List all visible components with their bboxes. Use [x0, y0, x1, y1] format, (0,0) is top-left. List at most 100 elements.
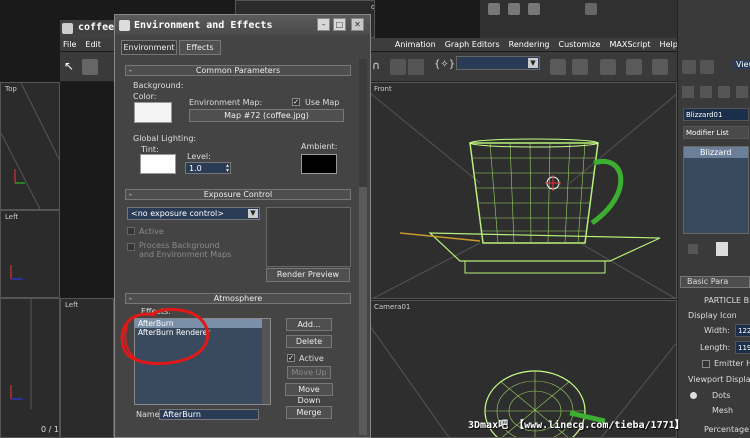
minimize-button[interactable]: –	[317, 18, 330, 31]
effect-name-field[interactable]: AfterBurn	[159, 409, 259, 420]
pin-stack-icon[interactable]	[688, 244, 698, 254]
coffee-cup-wireframe	[370, 92, 676, 298]
exposure-active-checkbox[interactable]	[127, 227, 135, 235]
menu-graph-editors[interactable]: Graph Editors	[445, 40, 500, 49]
tint-color-swatch[interactable]	[140, 154, 176, 174]
move-down-button[interactable]: Move Down	[285, 383, 333, 405]
modify-tab-icon[interactable]	[700, 60, 714, 74]
basic-params-rollout[interactable]: Basic Para	[680, 276, 750, 288]
tab-environment[interactable]: Environment	[121, 40, 177, 55]
layer-icon[interactable]	[600, 59, 616, 75]
dialog-titlebar[interactable]: Environment and Effects	[115, 15, 370, 35]
mesh-label: Mesh	[712, 406, 734, 415]
menu-customize[interactable]: Customize	[558, 40, 600, 49]
exposure-control-rollout[interactable]: - Exposure Control	[125, 189, 351, 200]
list-scrollbar[interactable]	[262, 319, 270, 404]
process-background-label: Process Background	[139, 241, 220, 250]
viewport-top-left[interactable]: Top	[0, 82, 60, 210]
stack-item-blizzard[interactable]: Blizzard	[684, 147, 748, 158]
use-map-label: Use Map	[305, 98, 340, 107]
select-region-icon[interactable]	[82, 59, 98, 75]
width-field[interactable]: 122	[735, 324, 750, 337]
named-selection-dropdown[interactable]: ▼	[456, 56, 540, 70]
common-parameters-label: Common Parameters	[195, 66, 281, 75]
display-icon-label: Display Icon	[688, 311, 737, 320]
menu-rendering[interactable]: Rendering	[509, 40, 550, 49]
create-tab-icon[interactable]	[682, 60, 696, 74]
object-name-field[interactable]: Blizzard01	[683, 108, 749, 121]
dialog-scrollbar[interactable]	[359, 59, 367, 435]
color-label: Color:	[133, 92, 157, 101]
hierarchy-icon[interactable]	[682, 86, 694, 98]
modifier-list-dropdown[interactable]: Modifier List	[683, 126, 749, 139]
menu-help[interactable]: Help	[660, 40, 678, 49]
menu-maxscript[interactable]: MAXScript	[609, 40, 650, 49]
angle-snap-icon[interactable]	[390, 59, 406, 75]
spinner-arrows-icon: ▴ ▾	[225, 162, 229, 174]
exposure-dropdown[interactable]: <no exposure control> ▼	[127, 207, 260, 220]
mirror-icon[interactable]	[550, 59, 566, 75]
tool-icon[interactable]	[585, 3, 597, 15]
schematic-icon[interactable]	[652, 59, 668, 75]
tool-icon[interactable]	[528, 3, 540, 15]
magnet-icon[interactable]: ∩	[372, 59, 388, 75]
tab-effects[interactable]: Effects	[179, 40, 221, 55]
utilities-icon[interactable]	[736, 86, 748, 98]
effect-active-checkbox[interactable]: ✓	[287, 354, 295, 362]
ambient-color-swatch[interactable]	[301, 154, 337, 174]
environment-map-button[interactable]: Map #72 (coffee.jpg)	[189, 109, 344, 122]
emitter-hidden-checkbox[interactable]	[702, 360, 710, 368]
viewport-left-2[interactable]: Left	[60, 298, 114, 438]
delete-effect-button[interactable]: Delete	[286, 335, 332, 348]
viewport-label-top-partial[interactable]: op	[371, 3, 374, 11]
move-up-button[interactable]: Move Up	[287, 366, 331, 379]
merge-button[interactable]: Merge	[286, 406, 332, 419]
background-color-swatch[interactable]	[134, 102, 172, 123]
viewport-left[interactable]: Left	[0, 210, 60, 298]
use-map-checkbox[interactable]: ✓	[292, 98, 300, 106]
menu-file[interactable]: File	[63, 40, 76, 49]
curly-braces-icon[interactable]: {✧}	[434, 59, 455, 75]
viewport-front[interactable]: Front	[369, 82, 677, 299]
tool-icon[interactable]	[508, 3, 520, 15]
emitter-label: Emitter H	[714, 359, 750, 368]
viewport-bottom-left[interactable]: 0 / 1	[0, 298, 60, 438]
menu-animation[interactable]: Animation	[395, 40, 436, 49]
select-arrow-icon[interactable]: ↖	[64, 59, 80, 75]
maximize-button[interactable]: □	[333, 18, 346, 31]
main-window-title: coffee	[78, 22, 115, 33]
scrollbar-thumb[interactable]	[359, 187, 367, 435]
dialog-app-icon	[119, 19, 130, 31]
common-parameters-rollout[interactable]: - Common Parameters	[125, 65, 351, 76]
percent-snap-icon[interactable]	[408, 59, 424, 75]
environment-effects-dialog: Environment and Effects – □ ✕ Environmen…	[114, 14, 371, 438]
rollout-toggle-icon: -	[129, 66, 132, 75]
curve-editor-icon[interactable]	[626, 59, 642, 75]
chevron-down-icon: ▼	[528, 58, 538, 68]
motion-icon[interactable]	[700, 86, 712, 98]
percentage-label: Percentage o	[704, 425, 750, 434]
tool-icon[interactable]	[488, 3, 500, 15]
global-lighting-label: Global Lighting:	[133, 134, 197, 143]
length-label: Length:	[700, 343, 731, 352]
level-spinner[interactable]: 1.0 ▴ ▾	[185, 162, 231, 174]
main-window-titlebar: coffee	[60, 20, 120, 38]
render-preview-button[interactable]: Render Preview	[266, 268, 350, 282]
dots-radio[interactable]	[690, 392, 697, 399]
add-effect-button[interactable]: Add...	[286, 318, 332, 331]
display-icon[interactable]	[718, 86, 730, 98]
modifier-stack[interactable]: Blizzard	[683, 146, 749, 234]
dots-label: Dots	[712, 391, 731, 400]
show-end-result-icon[interactable]	[716, 242, 728, 256]
ambient-label: Ambient:	[301, 142, 338, 151]
view-label[interactable]: View	[734, 60, 750, 69]
effect-active-label: Active	[299, 354, 324, 363]
red-annotation-circle	[120, 307, 210, 365]
process-background-checkbox[interactable]	[127, 243, 135, 251]
menu-edit[interactable]: Edit	[85, 40, 101, 49]
align-icon[interactable]	[572, 59, 588, 75]
viewport-label-left-2[interactable]: Left	[65, 301, 78, 309]
exposure-dropdown-value: <no exposure control>	[131, 209, 224, 218]
length-field[interactable]: 119	[735, 341, 750, 354]
close-button[interactable]: ✕	[351, 18, 364, 31]
